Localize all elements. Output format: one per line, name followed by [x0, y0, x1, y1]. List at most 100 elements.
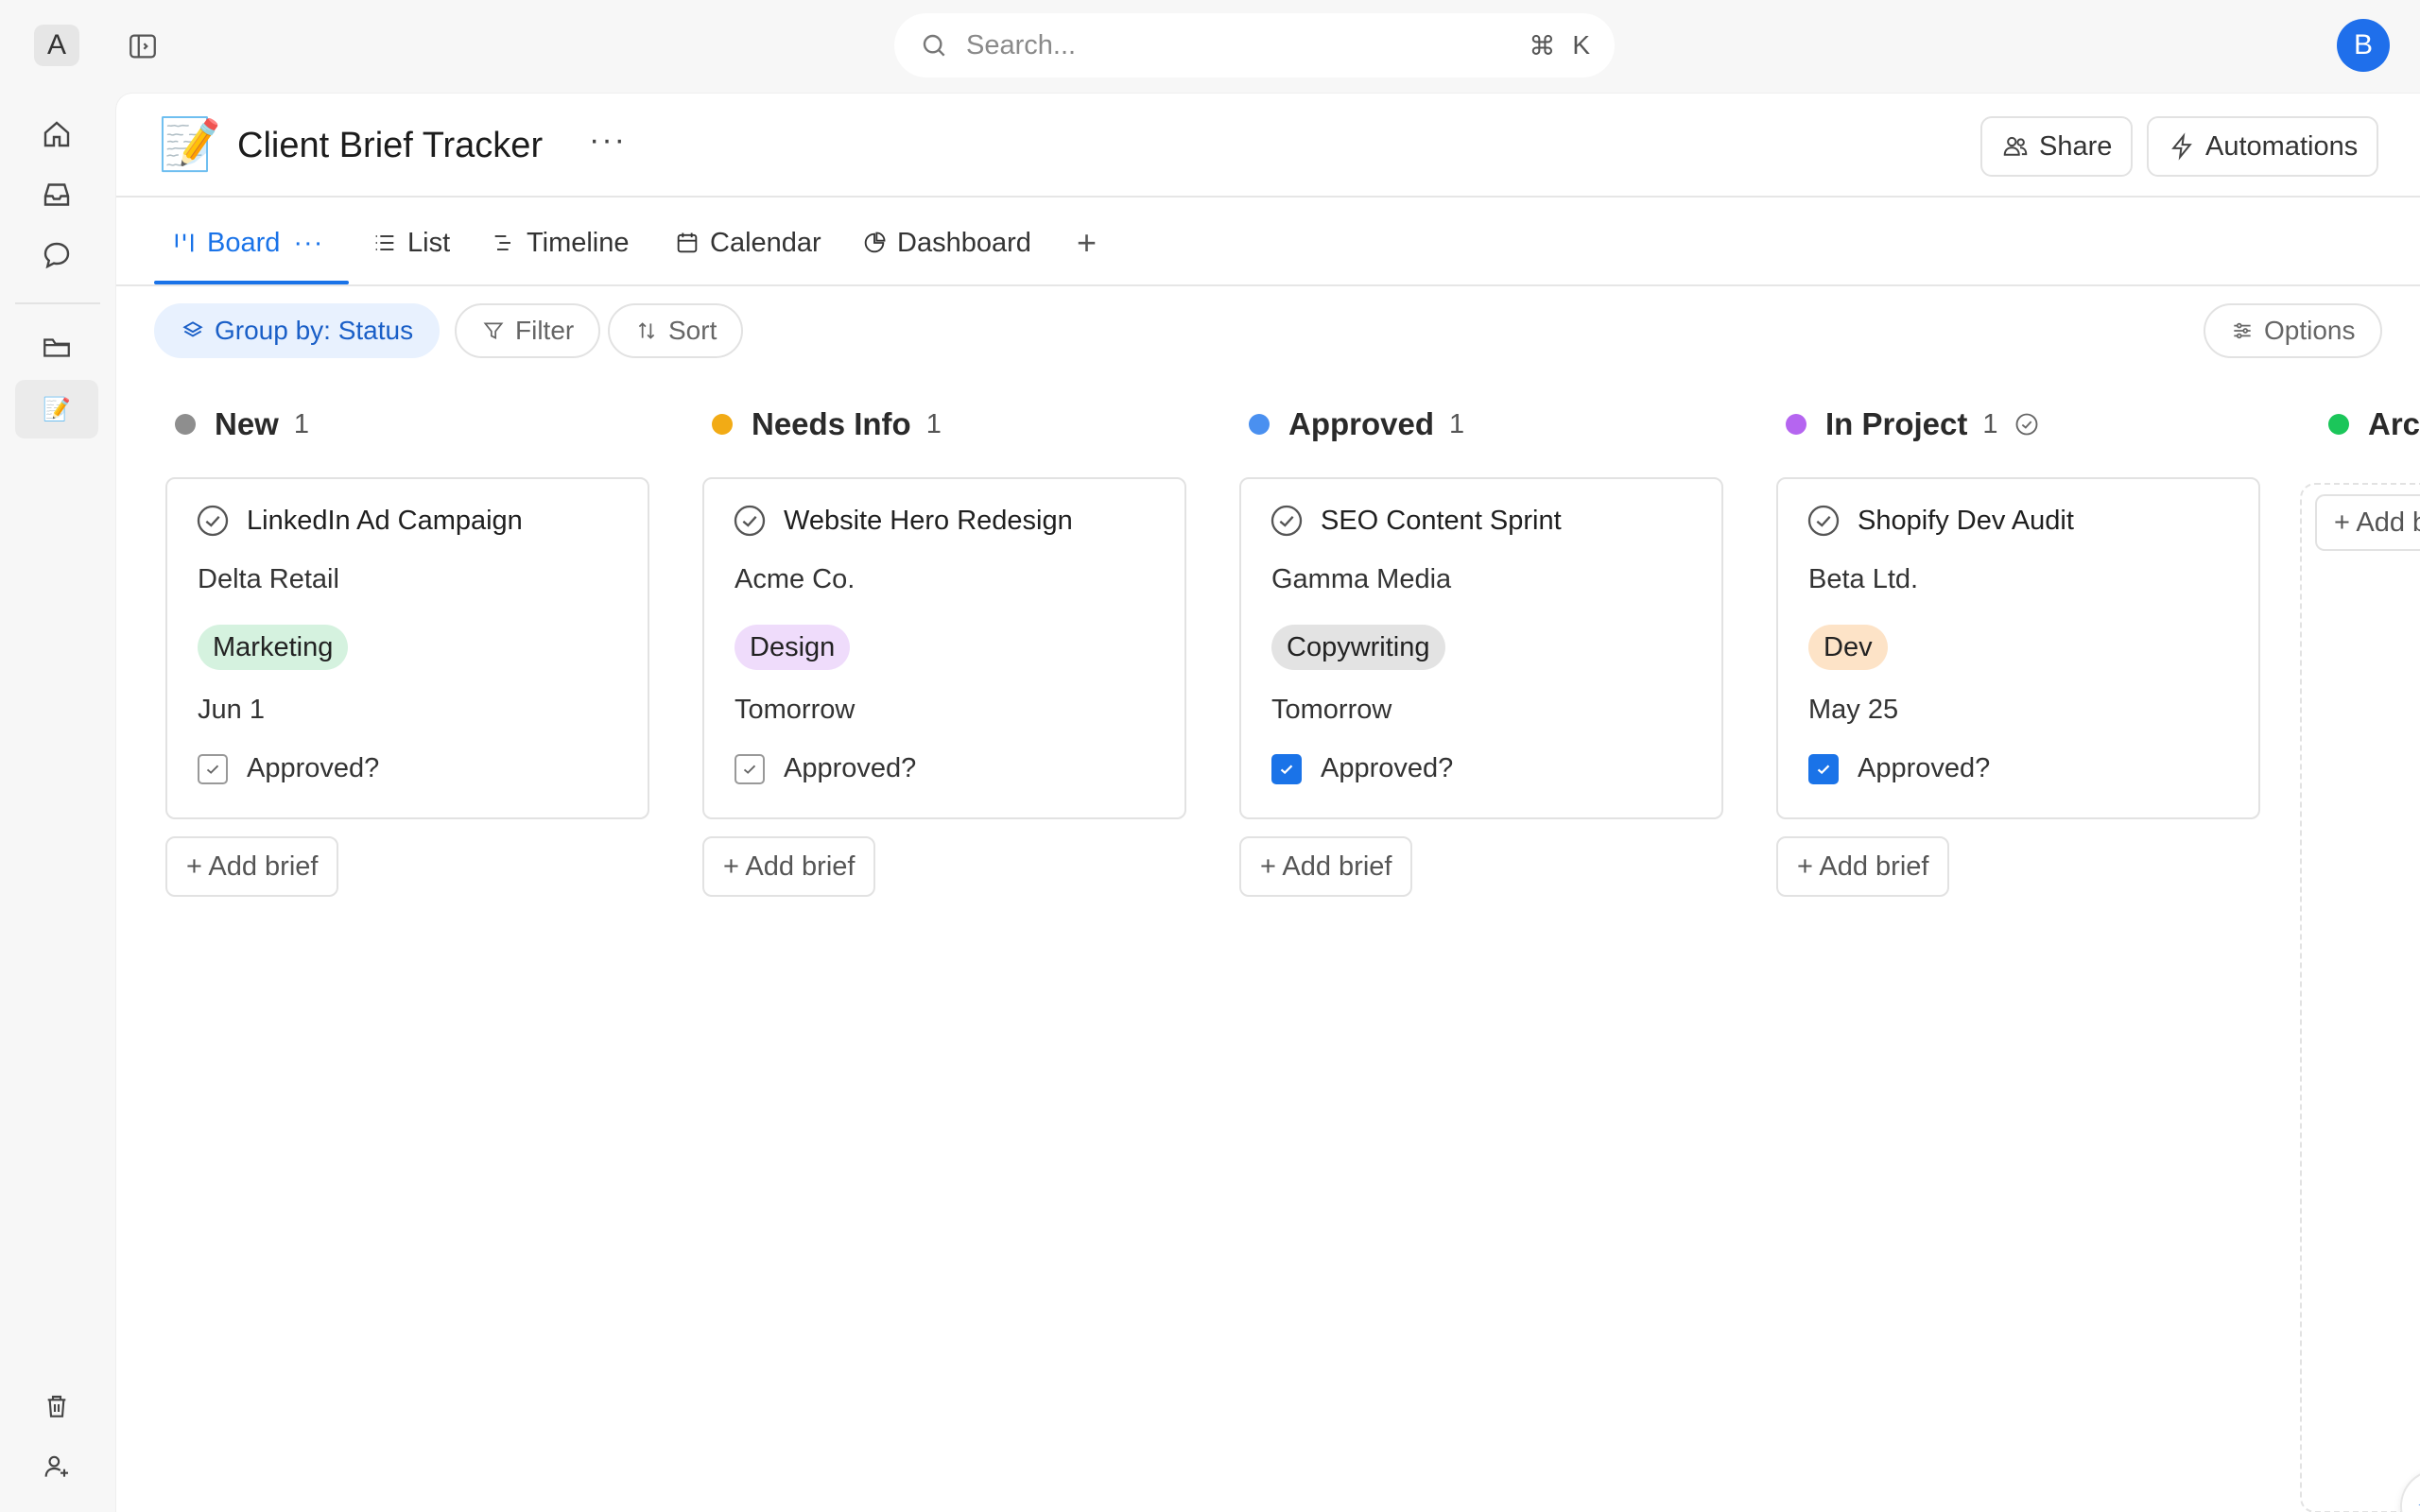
tab-label: Calendar [710, 227, 821, 258]
automations-label: Automations [2205, 130, 2359, 162]
column-name[interactable]: Needs Info [752, 406, 911, 442]
group-by-label: Group by: Status [215, 316, 414, 345]
tab-label: List [407, 227, 451, 258]
add-brief-button[interactable]: + Add brief [1239, 836, 1413, 897]
card-title: SEO Content Sprint [1321, 505, 1562, 536]
column-name[interactable]: In Project [1825, 406, 1967, 442]
card-client: Delta Retail [198, 564, 339, 594]
automations-button[interactable]: Automations [2147, 116, 2379, 177]
calendar-icon [677, 232, 698, 253]
brief-card[interactable]: SEO Content Sprint Gamma Media Copywriti… [1239, 477, 1723, 819]
approved-checkbox[interactable] [735, 753, 765, 784]
active-tab-indicator [154, 281, 349, 284]
card-client: Acme Co. [735, 564, 856, 594]
column-count: 1 [925, 408, 942, 439]
card-title: LinkedIn Ad Campaign [247, 505, 523, 536]
check-circle-icon[interactable] [1805, 502, 1842, 540]
rail-active-page[interactable]: 📝 [15, 380, 98, 438]
group-by-button[interactable]: Group by: Status [154, 303, 441, 358]
sidebar-toggle-icon[interactable] [127, 30, 159, 62]
brief-card[interactable]: LinkedIn Ad Campaign Delta Retail Market… [165, 477, 649, 819]
workspace-avatar[interactable]: A [34, 25, 79, 66]
card-tag: Dev [1808, 625, 1888, 670]
column-header: Approved 1 [1239, 396, 1723, 453]
add-user-icon[interactable] [38, 1448, 76, 1486]
column-name[interactable]: Arch [2368, 406, 2420, 442]
card-tag: Copywriting [1271, 625, 1445, 670]
column-count: 1 [1982, 408, 1998, 439]
folder-icon[interactable] [38, 329, 76, 367]
page-title[interactable]: Client Brief Tracker [237, 122, 543, 169]
board-icon [175, 233, 194, 252]
column-name[interactable]: New [215, 406, 279, 442]
tab-list[interactable]: List [372, 199, 450, 286]
add-brief-button[interactable]: + Add brief [1776, 836, 1950, 897]
status-dot [1786, 414, 1806, 435]
card-date: Jun 1 [198, 695, 265, 725]
search-bar[interactable]: Search... ⌘ K [894, 13, 1615, 77]
page-more-button[interactable]: ··· [589, 122, 627, 159]
column-header: Needs Info 1 [702, 396, 1186, 453]
user-avatar[interactable]: B [2337, 19, 2390, 72]
add-view-button[interactable]: + [1077, 199, 1097, 286]
tab-board-more[interactable]: ··· [293, 228, 323, 259]
add-brief-button[interactable]: + Add brief [165, 836, 339, 897]
search-icon [919, 30, 949, 60]
brief-card[interactable]: Shopify Dev Audit Beta Ltd. Dev May 25 A… [1776, 477, 2260, 819]
board-column-needs-info: Needs Info 1 Website Hero Redesign Acme … [702, 396, 1186, 897]
approved-label: Approved? [1858, 753, 1991, 783]
tab-dashboard[interactable]: Dashboard [861, 199, 1031, 286]
share-button[interactable]: Share [1980, 116, 2134, 177]
page-emoji-icon[interactable]: 📝 [158, 114, 221, 175]
card-title: Shopify Dev Audit [1858, 505, 2074, 536]
board-column-new: New 1 LinkedIn Ad Campaign Delta Retail … [165, 396, 649, 897]
trash-icon[interactable] [38, 1387, 76, 1425]
add-brief-button[interactable]: + Add b [2315, 494, 2420, 551]
timeline-icon [494, 235, 510, 250]
approved-checkbox[interactable] [1271, 753, 1302, 784]
board-column-in-project: In Project 1 Shopify Dev Audit Beta Ltd.… [1776, 396, 2260, 897]
filter-icon [483, 322, 504, 339]
status-dot [1249, 414, 1270, 435]
view-tabs: Board ··· List Timeline Calendar Dashboa… [116, 199, 2420, 286]
users-icon [2003, 136, 2028, 156]
left-rail: 📝 [0, 93, 115, 1512]
inbox-icon[interactable] [38, 176, 76, 214]
check-circle-icon[interactable] [1268, 502, 1305, 540]
tab-label: Timeline [527, 227, 630, 258]
check-circle-icon[interactable] [194, 502, 232, 540]
approved-checkbox[interactable] [1808, 753, 1839, 784]
tab-board[interactable]: Board ··· [171, 199, 323, 286]
lightning-icon [2171, 132, 2192, 161]
check-circle-icon[interactable] [731, 502, 769, 540]
column-header: New 1 [165, 396, 649, 453]
card-date: Tomorrow [1271, 695, 1392, 725]
status-dot [175, 414, 196, 435]
page-header: 📝 Client Brief Tracker ··· Share Automat… [116, 94, 2420, 198]
approved-field: Approved? [1808, 753, 1990, 784]
card-date: May 25 [1808, 695, 1899, 725]
filter-button[interactable]: Filter [455, 303, 601, 358]
tab-calendar[interactable]: Calendar [674, 199, 821, 286]
approved-field: Approved? [198, 753, 379, 784]
dashboard-icon [864, 232, 886, 253]
add-brief-button[interactable]: + Add brief [702, 836, 876, 897]
tab-label: Dashboard [897, 227, 1031, 258]
approved-label: Approved? [1321, 753, 1454, 783]
column-name[interactable]: Approved [1288, 406, 1434, 442]
share-label: Share [2039, 130, 2113, 162]
brief-card[interactable]: Website Hero Redesign Acme Co. Design To… [702, 477, 1186, 819]
card-date: Tomorrow [735, 695, 856, 725]
card-client: Gamma Media [1271, 564, 1452, 594]
status-dot [712, 414, 733, 435]
approved-checkbox[interactable] [198, 753, 228, 784]
shortcut-command-key: ⌘ [1529, 30, 1556, 60]
options-button[interactable]: Options [2204, 303, 2382, 358]
sort-button[interactable]: Sort [608, 303, 744, 358]
home-icon[interactable] [38, 115, 76, 153]
approved-field: Approved? [735, 753, 916, 784]
plus-icon: + [1077, 223, 1098, 262]
rail-divider [15, 302, 100, 304]
chat-icon[interactable] [38, 236, 76, 274]
tab-timeline[interactable]: Timeline [491, 199, 630, 286]
